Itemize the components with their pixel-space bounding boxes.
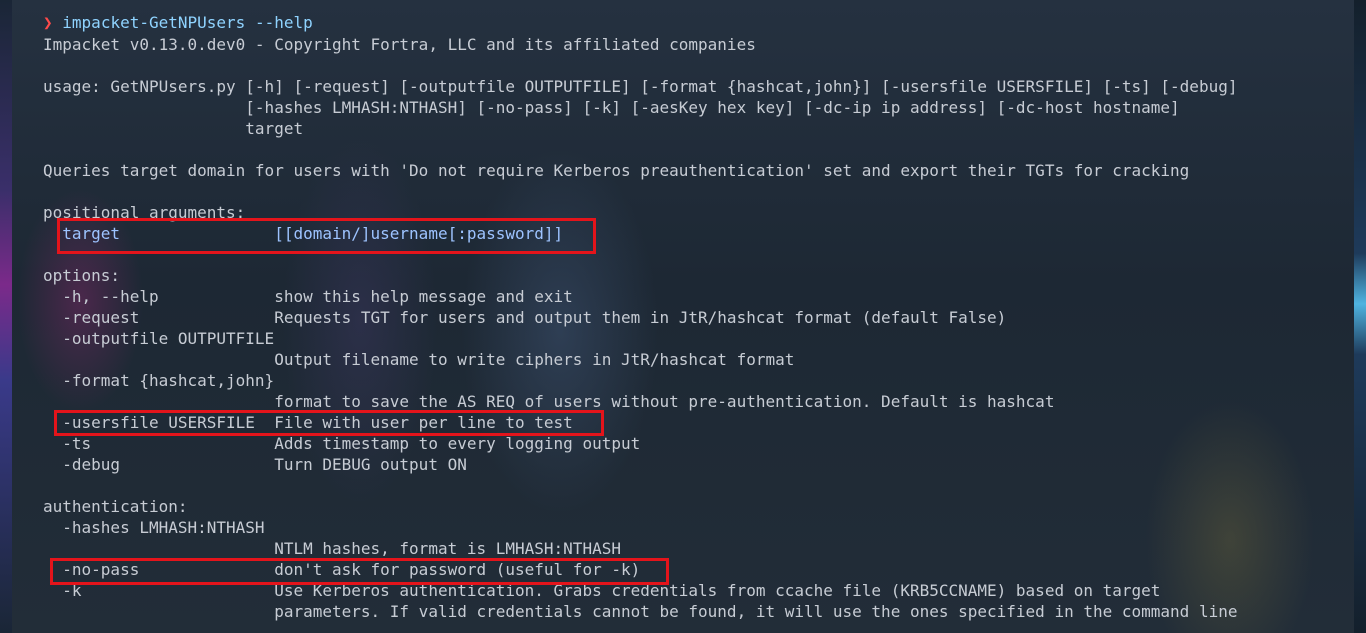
option-outputfile-desc: Output filename to write ciphers in JtR/… <box>43 350 795 369</box>
auth-hashes: -hashes LMHASH:NTHASH <box>43 518 265 537</box>
option-ts: -ts Adds timestamp to every logging outp… <box>43 434 641 453</box>
prompt-chevron-icon: ❯ <box>43 13 53 32</box>
auth-hashes-desc: NTLM hashes, format is LMHASH:NTHASH <box>43 539 621 558</box>
usage-line-1: usage: GetNPUsers.py [-h] [-request] [-o… <box>43 77 1238 96</box>
prompt-line: ❯ impacket-GetNPUsers --help <box>43 12 313 33</box>
description-line: Queries target domain for users with 'Do… <box>43 161 1190 180</box>
banner-line: Impacket v0.13.0.dev0 - Copyright Fortra… <box>43 35 756 54</box>
auth-header: authentication: <box>43 497 188 516</box>
options-header: options: <box>43 266 121 285</box>
option-format-desc: format to save the AS_REQ of users witho… <box>43 392 1055 411</box>
option-format: -format {hashcat,john} <box>43 371 275 390</box>
option-help: -h, --help show this help message and ex… <box>43 287 573 306</box>
highlight-box-usersfile <box>54 410 604 436</box>
usage-line-2: [-hashes LMHASH:NTHASH] [-no-pass] [-k] … <box>43 98 1180 117</box>
prompt-command: impacket-GetNPUsers --help <box>62 13 313 32</box>
highlight-box-target <box>57 218 596 254</box>
option-debug: -debug Turn DEBUG output ON <box>43 455 467 474</box>
option-outputfile: -outputfile OUTPUTFILE <box>43 329 275 348</box>
option-request: -request Requests TGT for users and outp… <box>43 308 1007 327</box>
auth-k-cont: parameters. If valid credentials cannot … <box>43 602 1238 621</box>
highlight-box-nopass <box>50 558 669 585</box>
terminal-window[interactable]: ❯ impacket-GetNPUsers --help Impacket v0… <box>0 0 1366 633</box>
usage-line-3: target <box>43 119 304 138</box>
